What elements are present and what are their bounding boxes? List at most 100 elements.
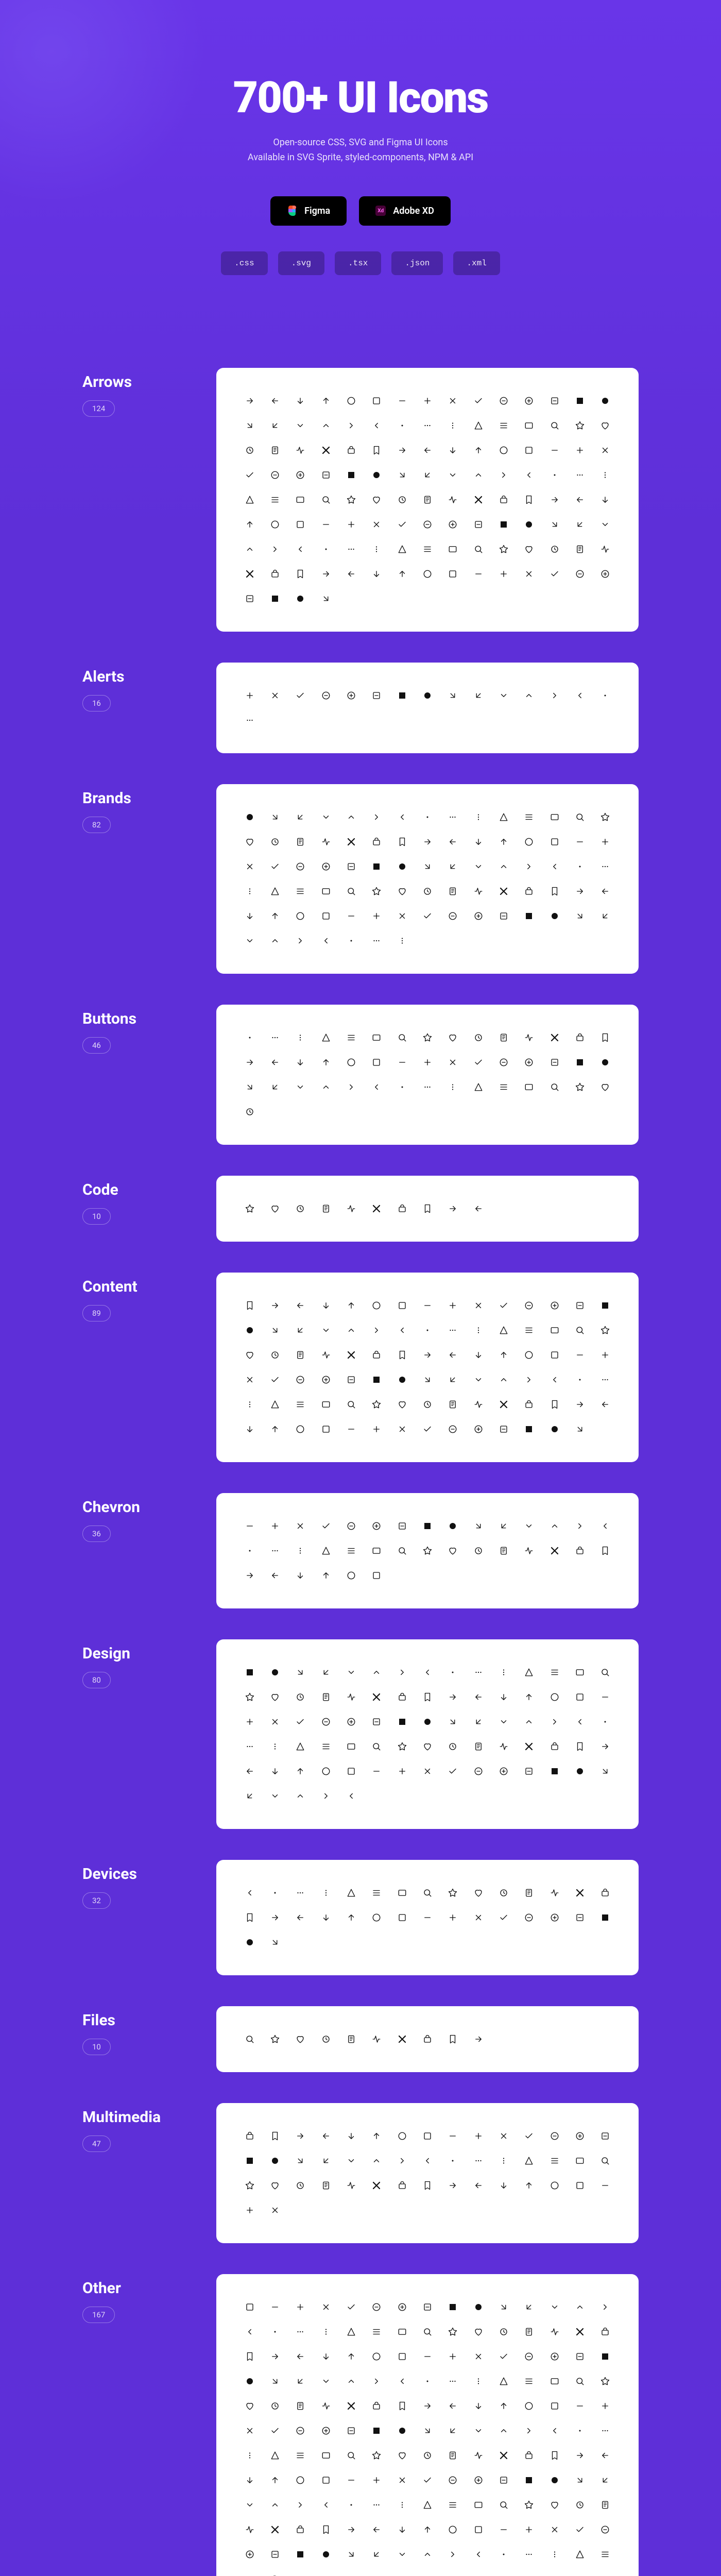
ui-icon[interactable] xyxy=(491,1318,516,1343)
ui-icon[interactable] xyxy=(389,879,415,904)
ui-icon[interactable] xyxy=(415,1025,440,1050)
ui-icon[interactable] xyxy=(440,879,466,904)
ui-icon[interactable] xyxy=(237,1563,262,1588)
ui-icon[interactable] xyxy=(415,1880,440,1905)
ui-icon[interactable] xyxy=(542,1293,567,1318)
ui-icon[interactable] xyxy=(491,2542,516,2567)
ui-icon[interactable] xyxy=(415,1905,440,1930)
ui-icon[interactable] xyxy=(415,1050,440,1075)
ui-icon[interactable] xyxy=(237,1784,262,1808)
ui-icon[interactable] xyxy=(466,2344,491,2369)
ui-icon[interactable] xyxy=(237,1930,262,1955)
ui-icon[interactable] xyxy=(440,438,466,463)
ui-icon[interactable] xyxy=(593,904,618,928)
ui-icon[interactable] xyxy=(567,1343,592,1367)
ui-icon[interactable] xyxy=(364,1709,389,1734)
ui-icon[interactable] xyxy=(593,413,618,438)
ui-icon[interactable] xyxy=(262,2124,287,2148)
ui-icon[interactable] xyxy=(415,1734,440,1759)
ui-icon[interactable] xyxy=(491,879,516,904)
ui-icon[interactable] xyxy=(389,2319,415,2344)
ui-icon[interactable] xyxy=(542,2443,567,2468)
ui-icon[interactable] xyxy=(517,1392,542,1417)
ui-icon[interactable] xyxy=(517,2468,542,2493)
ui-icon[interactable] xyxy=(338,2369,364,2394)
ui-icon[interactable] xyxy=(517,2517,542,2542)
ui-icon[interactable] xyxy=(415,1660,440,1685)
ui-icon[interactable] xyxy=(288,829,313,854)
ui-icon[interactable] xyxy=(262,537,287,562)
ui-icon[interactable] xyxy=(237,1880,262,1905)
ui-icon[interactable] xyxy=(364,537,389,562)
ui-icon[interactable] xyxy=(288,879,313,904)
ui-icon[interactable] xyxy=(593,512,618,537)
ui-icon[interactable] xyxy=(567,463,592,487)
ui-icon[interactable] xyxy=(542,413,567,438)
ui-icon[interactable] xyxy=(338,1050,364,1075)
ui-icon[interactable] xyxy=(313,1293,338,1318)
ui-icon[interactable] xyxy=(440,2027,466,2052)
ui-icon[interactable] xyxy=(491,1343,516,1367)
ui-icon[interactable] xyxy=(237,1293,262,1318)
ui-icon[interactable] xyxy=(415,1293,440,1318)
ui-icon[interactable] xyxy=(364,829,389,854)
ui-icon[interactable] xyxy=(517,683,542,708)
ui-icon[interactable] xyxy=(364,1734,389,1759)
ui-icon[interactable] xyxy=(593,487,618,512)
ui-icon[interactable] xyxy=(313,2394,338,2418)
ui-icon[interactable] xyxy=(338,1514,364,1538)
ui-icon[interactable] xyxy=(491,1025,516,1050)
ui-icon[interactable] xyxy=(262,904,287,928)
ui-icon[interactable] xyxy=(389,1880,415,1905)
ui-icon[interactable] xyxy=(389,854,415,879)
ui-icon[interactable] xyxy=(542,2394,567,2418)
ui-icon[interactable] xyxy=(338,1318,364,1343)
ui-icon[interactable] xyxy=(364,2319,389,2344)
ui-icon[interactable] xyxy=(567,2468,592,2493)
ui-icon[interactable] xyxy=(313,1880,338,1905)
ui-icon[interactable] xyxy=(262,2542,287,2567)
ui-icon[interactable] xyxy=(415,1075,440,1099)
ui-icon[interactable] xyxy=(440,1367,466,1392)
ui-icon[interactable] xyxy=(517,2319,542,2344)
ui-icon[interactable] xyxy=(517,1367,542,1392)
ui-icon[interactable] xyxy=(389,1293,415,1318)
ui-icon[interactable] xyxy=(364,1660,389,1685)
ui-icon[interactable] xyxy=(517,438,542,463)
ui-icon[interactable] xyxy=(517,2173,542,2198)
ui-icon[interactable] xyxy=(415,2517,440,2542)
ui-icon[interactable] xyxy=(542,2295,567,2319)
ui-icon[interactable] xyxy=(567,904,592,928)
ui-icon[interactable] xyxy=(415,1709,440,1734)
ui-icon[interactable] xyxy=(389,413,415,438)
ui-icon[interactable] xyxy=(288,1905,313,1930)
ui-icon[interactable] xyxy=(364,1367,389,1392)
ui-icon[interactable] xyxy=(237,537,262,562)
ui-icon[interactable] xyxy=(517,487,542,512)
ui-icon[interactable] xyxy=(567,537,592,562)
ui-icon[interactable] xyxy=(288,2493,313,2517)
ui-icon[interactable] xyxy=(466,1343,491,1367)
ui-icon[interactable] xyxy=(262,463,287,487)
ui-icon[interactable] xyxy=(567,438,592,463)
ui-icon[interactable] xyxy=(415,2418,440,2443)
ui-icon[interactable] xyxy=(466,879,491,904)
ui-icon[interactable] xyxy=(237,2493,262,2517)
ui-icon[interactable] xyxy=(313,388,338,413)
ui-icon[interactable] xyxy=(466,2369,491,2394)
ui-icon[interactable] xyxy=(338,1563,364,1588)
ui-icon[interactable] xyxy=(440,1075,466,1099)
ui-icon[interactable] xyxy=(567,1759,592,1784)
ui-icon[interactable] xyxy=(338,463,364,487)
ui-icon[interactable] xyxy=(593,1709,618,1734)
ui-icon[interactable] xyxy=(364,1025,389,1050)
ui-icon[interactable] xyxy=(389,2517,415,2542)
ui-icon[interactable] xyxy=(542,438,567,463)
ui-icon[interactable] xyxy=(466,683,491,708)
ui-icon[interactable] xyxy=(389,1514,415,1538)
ui-icon[interactable] xyxy=(237,1075,262,1099)
ui-icon[interactable] xyxy=(415,388,440,413)
ui-icon[interactable] xyxy=(364,1196,389,1221)
ui-icon[interactable] xyxy=(338,1734,364,1759)
ui-icon[interactable] xyxy=(338,562,364,586)
